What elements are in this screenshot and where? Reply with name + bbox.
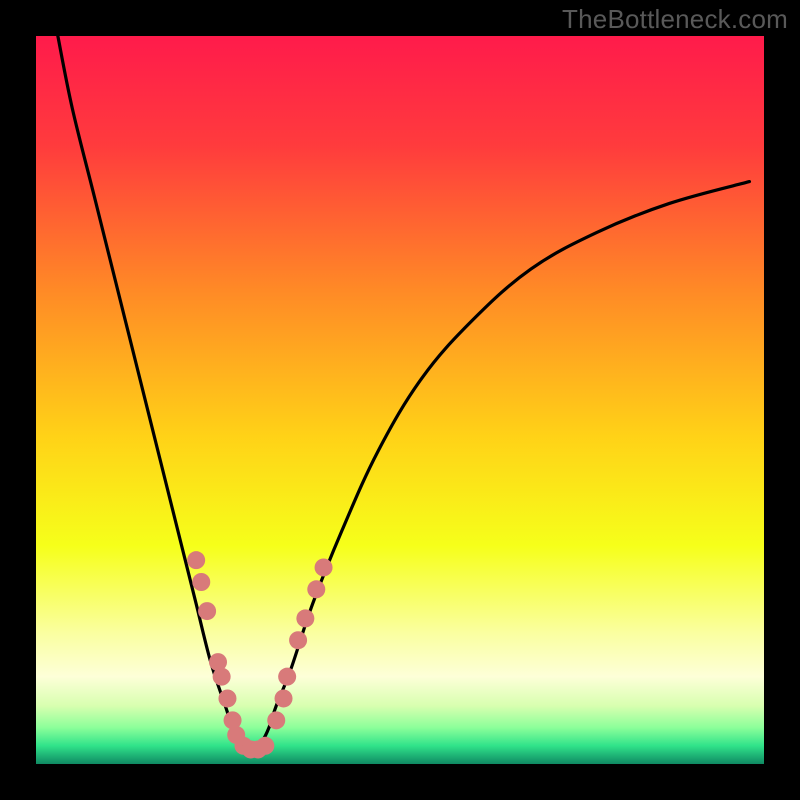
chart-stage: TheBottleneck.com [0,0,800,800]
data-marker [275,689,293,707]
data-marker [218,689,236,707]
data-marker [278,668,296,686]
data-marker [307,580,325,598]
data-marker [213,668,231,686]
data-marker [267,711,285,729]
data-marker [192,573,210,591]
data-marker [198,602,216,620]
bottleneck-chart [0,0,800,800]
data-marker [187,551,205,569]
data-marker [289,631,307,649]
data-marker [296,609,314,627]
data-marker [256,737,274,755]
data-marker [315,558,333,576]
watermark-text: TheBottleneck.com [562,4,788,35]
